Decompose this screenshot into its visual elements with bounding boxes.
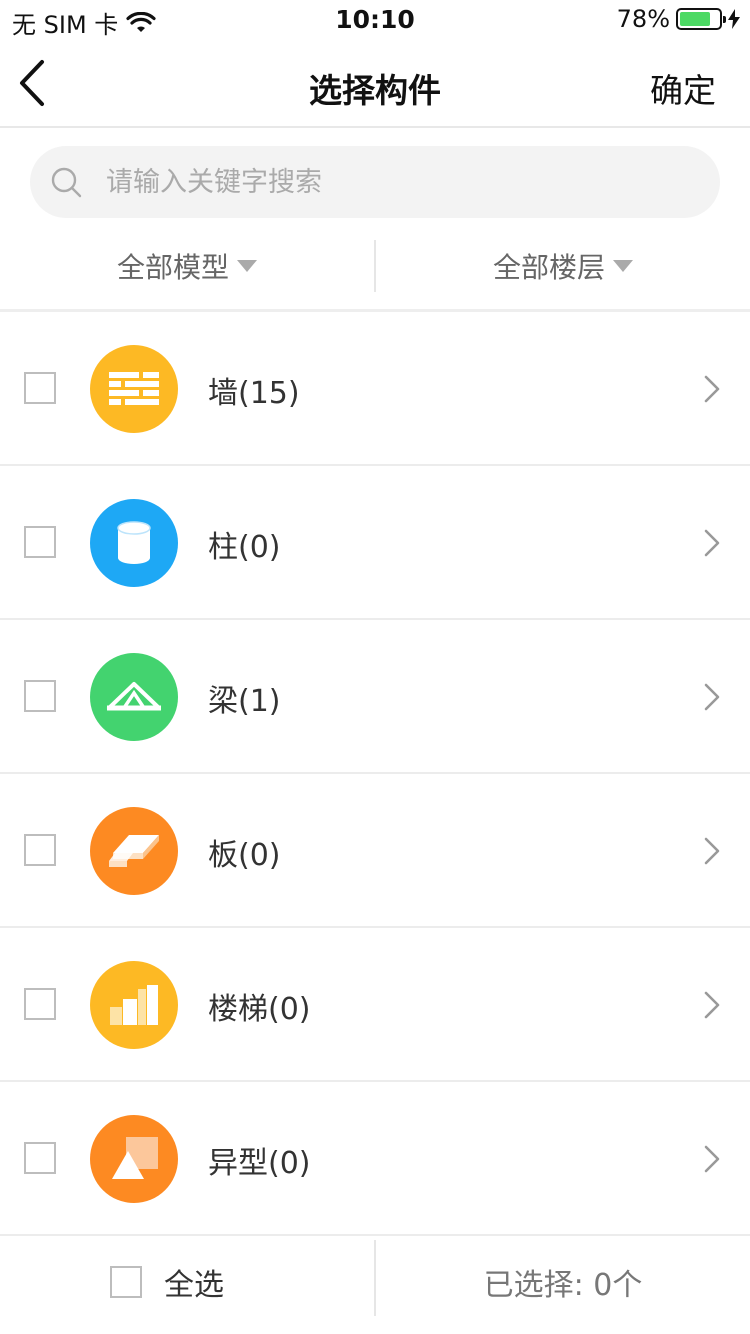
chevron-right-icon xyxy=(704,375,720,403)
battery-fill xyxy=(680,12,710,26)
beam-icon xyxy=(90,653,178,741)
component-label: 楼梯(0) xyxy=(208,992,311,1027)
confirm-button[interactable]: 确定 xyxy=(650,64,716,112)
filter-bar: 全部模型 全部楼层 xyxy=(0,230,750,312)
chevron-right-icon xyxy=(704,529,720,557)
nav-bar: 选择构件 确定 xyxy=(0,40,750,128)
row-checkbox[interactable] xyxy=(24,1142,56,1174)
component-row-wall[interactable]: 墙(15) xyxy=(0,312,750,466)
chevron-right-icon xyxy=(704,1145,720,1173)
search-input[interactable] xyxy=(106,146,696,218)
caret-down-icon xyxy=(237,260,257,272)
stairs-icon xyxy=(90,961,178,1049)
chevron-right-icon xyxy=(704,991,720,1019)
row-checkbox[interactable] xyxy=(24,526,56,558)
status-right: 78% xyxy=(617,5,740,33)
component-row-beam[interactable]: 梁(1) xyxy=(0,620,750,774)
selected-count: 已选择: 0个 xyxy=(483,1268,643,1303)
search-bar xyxy=(30,146,720,218)
status-bar: 无 SIM 卡 10:10 78% xyxy=(0,0,750,40)
irregular-icon xyxy=(90,1115,178,1203)
battery-percent: 78% xyxy=(616,5,670,33)
component-label: 板(0) xyxy=(208,838,281,873)
battery-icon xyxy=(676,8,726,30)
component-row-column[interactable]: 柱(0) xyxy=(0,466,750,620)
caret-down-icon xyxy=(613,260,633,272)
component-label: 异型(0) xyxy=(208,1146,311,1181)
charging-icon xyxy=(728,9,740,29)
page-title: 选择构件 xyxy=(309,71,441,110)
chevron-right-icon xyxy=(704,837,720,865)
component-label: 墙(15) xyxy=(208,376,300,411)
component-row-stairs[interactable]: 楼梯(0) xyxy=(0,928,750,1082)
component-row-slab[interactable]: 板(0) xyxy=(0,774,750,928)
component-label: 梁(1) xyxy=(208,684,281,719)
row-checkbox[interactable] xyxy=(24,372,56,404)
select-all-toggle[interactable]: 全选 xyxy=(110,1260,224,1304)
select-all-label: 全选 xyxy=(164,1268,224,1303)
floor-filter-label: 全部楼层 xyxy=(492,251,605,284)
wall-icon xyxy=(90,345,178,433)
component-label: 柱(0) xyxy=(208,530,281,565)
component-row-irregular[interactable]: 异型(0) xyxy=(0,1082,750,1236)
search-icon xyxy=(51,167,82,198)
model-filter-label: 全部模型 xyxy=(116,251,229,284)
row-checkbox[interactable] xyxy=(24,834,56,866)
slab-icon xyxy=(90,807,178,895)
chevron-right-icon xyxy=(704,683,720,711)
floor-filter-dropdown[interactable]: 全部楼层 xyxy=(376,230,750,302)
bottom-bar: 全选 已选择: 0个 xyxy=(0,1236,750,1334)
row-checkbox[interactable] xyxy=(24,680,56,712)
row-checkbox[interactable] xyxy=(24,988,56,1020)
column-icon xyxy=(90,499,178,587)
component-list: 墙(15) 柱(0) 梁(1) 板(0) 楼梯(0) 异型(0) xyxy=(0,312,750,1236)
model-filter-dropdown[interactable]: 全部模型 xyxy=(0,230,374,302)
select-all-checkbox[interactable] xyxy=(110,1266,142,1298)
